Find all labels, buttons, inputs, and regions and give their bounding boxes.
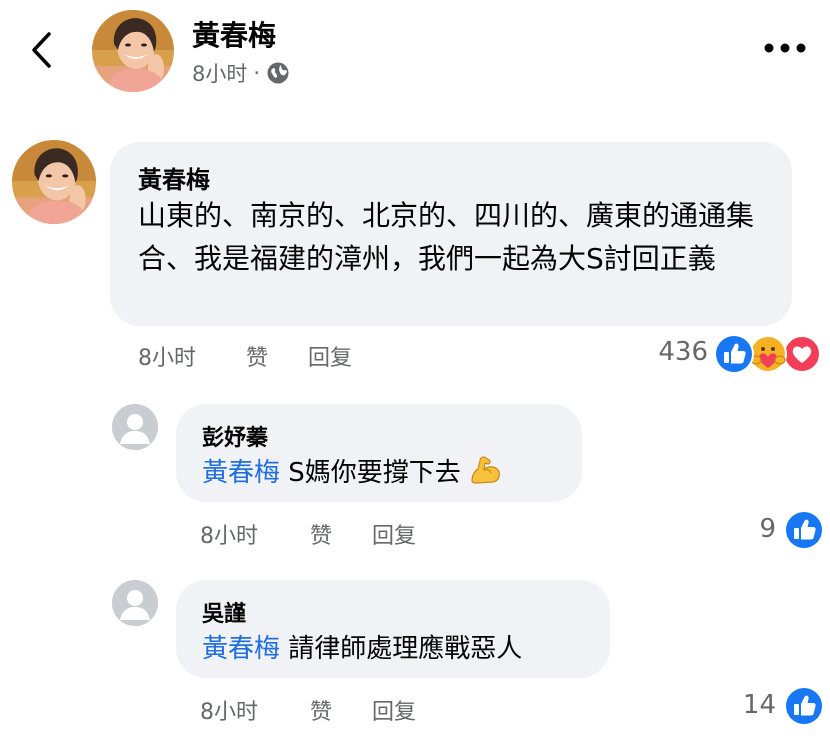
reply-reply-button[interactable]: 回复 — [372, 694, 416, 726]
reaction-count[interactable]: 436 — [640, 337, 708, 367]
globe-icon — [267, 62, 289, 84]
more-options-button[interactable] — [762, 40, 808, 56]
reply-author-name[interactable]: 吳謹 — [202, 596, 246, 628]
reply-reaction-count[interactable]: 9 — [700, 514, 776, 544]
like-button[interactable]: 赞 — [246, 340, 268, 372]
back-button[interactable] — [22, 28, 66, 72]
reply-text: 請律師處理應戰惡人 — [288, 634, 523, 664]
reply-text: S媽你要撐下去 — [288, 458, 461, 488]
reply-reply-button[interactable]: 回复 — [372, 518, 416, 550]
reply-button[interactable]: 回复 — [308, 340, 352, 372]
like-icon[interactable] — [784, 510, 824, 550]
reply-avatar[interactable] — [112, 404, 158, 450]
comment-time: 8小时 — [138, 346, 196, 371]
reply-avatar[interactable] — [112, 580, 158, 626]
care-icon — [749, 335, 787, 373]
comment-avatar[interactable] — [12, 140, 96, 224]
reply-text-line: 黃春梅 S媽你要撐下去 — [202, 452, 503, 493]
reply-time: 8小时 — [200, 700, 258, 725]
chevron-left-icon — [32, 32, 51, 68]
comment-author-name[interactable]: 黃春梅 — [138, 160, 210, 195]
love-icon — [783, 335, 821, 373]
post-author-name[interactable]: 黃春梅 — [192, 14, 276, 54]
more-horizontal-icon — [764, 43, 806, 53]
post-time: 8小时 — [192, 62, 248, 86]
reply-time: 8小时 — [200, 524, 258, 549]
reply-like-button[interactable]: 赞 — [310, 518, 332, 550]
reply-like-button[interactable]: 赞 — [310, 694, 332, 726]
author-avatar[interactable] — [92, 10, 174, 92]
reply-text-line: 黃春梅 請律師處理應戰惡人 — [202, 628, 522, 665]
reply-reaction-count[interactable]: 14 — [700, 690, 776, 720]
flexed-biceps-icon — [469, 454, 503, 493]
meta-separator: · — [253, 61, 261, 85]
like-icon — [715, 335, 753, 373]
post-meta: 8小时 · — [192, 58, 290, 88]
reply-author-name[interactable]: 彭妤蓁 — [202, 420, 268, 452]
reaction-icons[interactable] — [714, 334, 824, 374]
like-icon[interactable] — [784, 686, 824, 726]
comment-text: 山東的、南京的、北京的、四川的、廣東的通通集合、我是福建的漳州，我們一起為大S討… — [138, 199, 755, 275]
mention-link[interactable]: 黃春梅 — [202, 634, 280, 664]
mention-link[interactable]: 黃春梅 — [202, 458, 280, 488]
